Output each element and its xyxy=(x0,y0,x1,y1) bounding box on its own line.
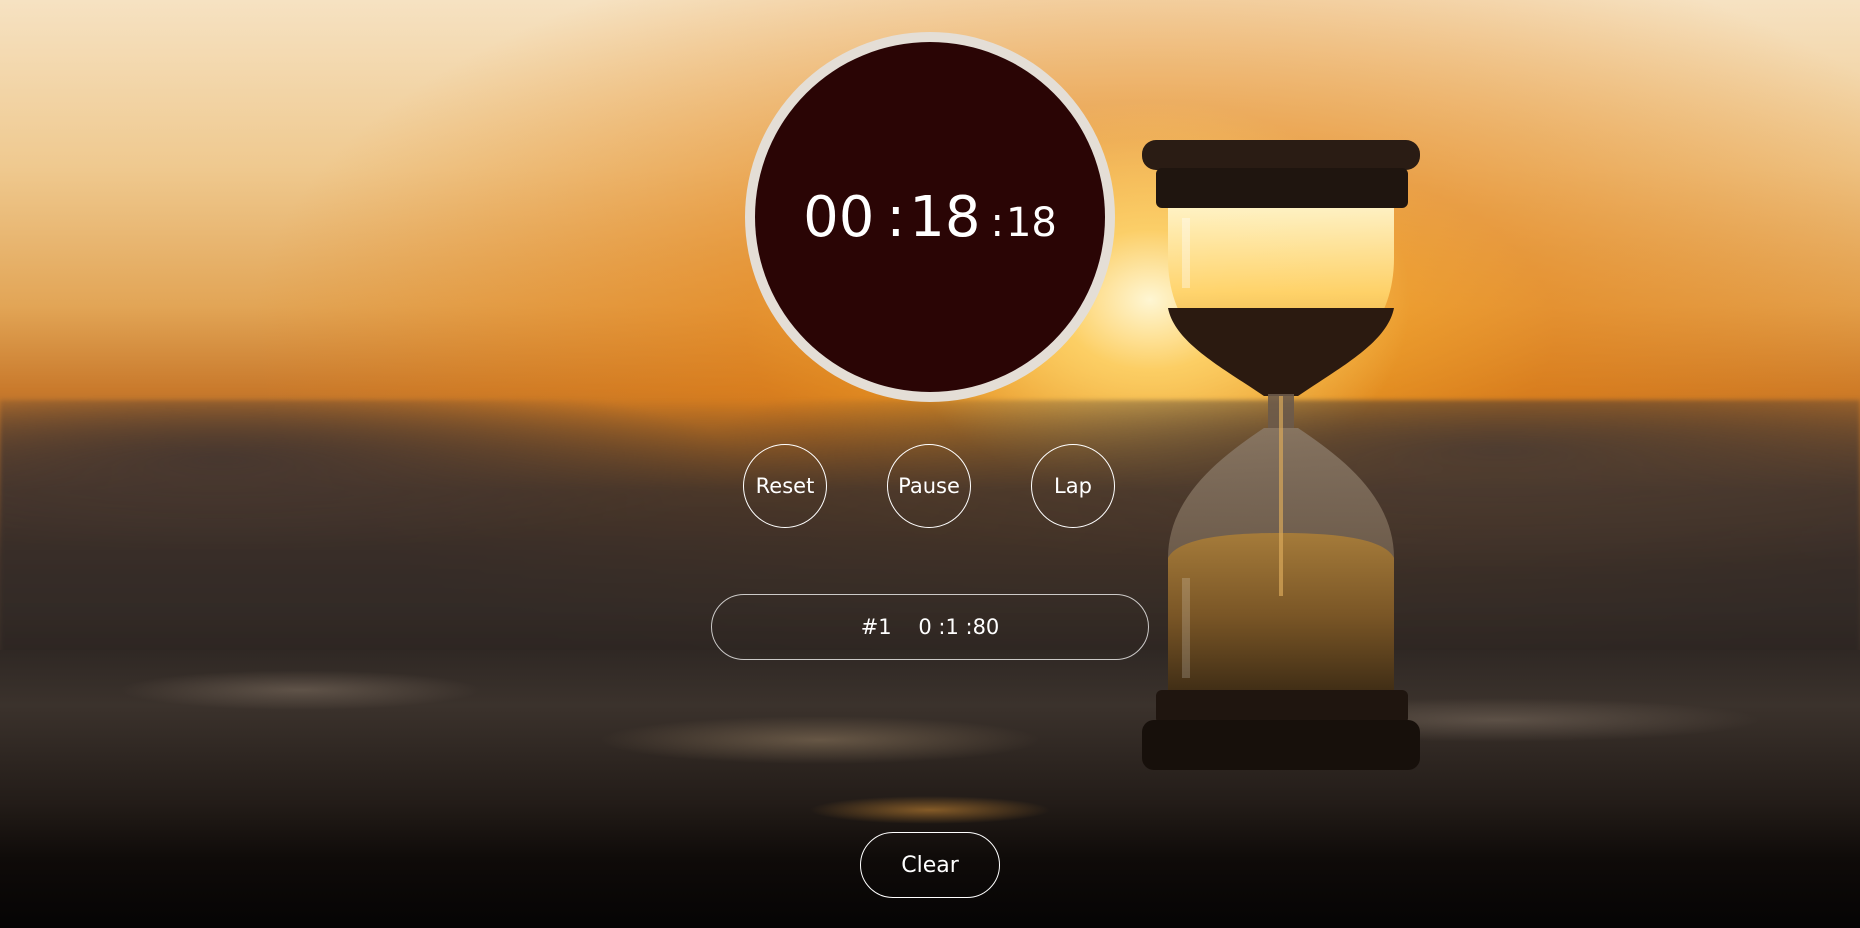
lap-number: #1 xyxy=(860,615,892,639)
stopwatch-app: 00 : 18 : 18 Reset Pause Lap #1 0 :1 :80… xyxy=(0,0,1860,928)
time-separator: : xyxy=(886,184,906,250)
minutes-display: 18 xyxy=(909,184,981,250)
reset-button[interactable]: Reset xyxy=(743,444,827,528)
centiseconds-display: 18 xyxy=(1005,199,1057,246)
hours-display: 00 xyxy=(803,184,875,250)
lap-button[interactable]: Lap xyxy=(1031,444,1115,528)
stopwatch-face: 00 : 18 : 18 xyxy=(755,42,1105,392)
time-separator: : xyxy=(990,199,1004,246)
time-display: 00 : 18 : 18 xyxy=(803,185,1057,250)
lap-time: 0 :1 :80 xyxy=(918,615,1000,639)
pause-button[interactable]: Pause xyxy=(887,444,971,528)
stopwatch-dial: 00 : 18 : 18 xyxy=(745,32,1115,402)
lap-list: #1 0 :1 :80 xyxy=(711,594,1149,660)
clear-button[interactable]: Clear xyxy=(860,832,1000,898)
list-item: #1 0 :1 :80 xyxy=(861,615,1000,639)
hourglass-image xyxy=(1142,140,1420,770)
